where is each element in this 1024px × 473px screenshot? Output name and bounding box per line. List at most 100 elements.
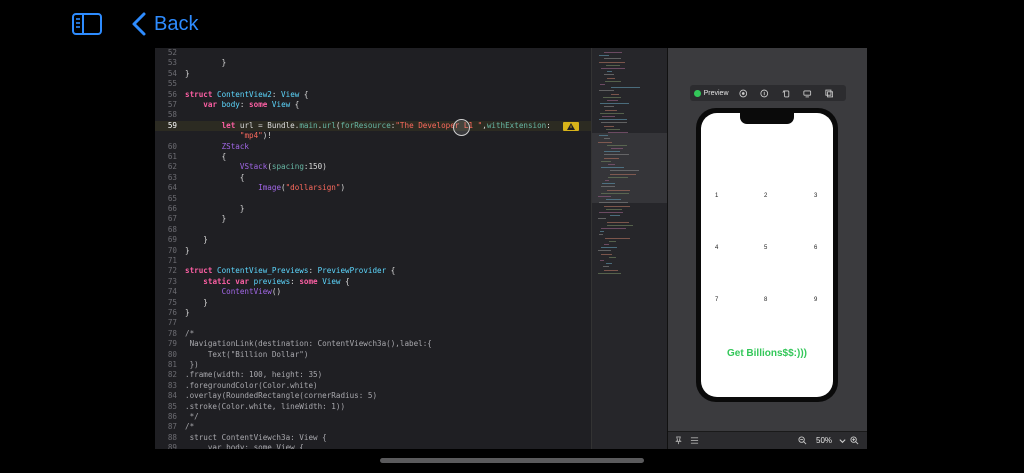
code-line[interactable]: 64 Image("dollarsign") (155, 183, 591, 193)
code-line[interactable]: 77 (155, 318, 591, 328)
code-line[interactable]: 63 { (155, 173, 591, 183)
minimap-line (604, 151, 620, 153)
code-line[interactable]: 68 (155, 225, 591, 235)
code-line[interactable]: "mp4")! (155, 131, 591, 141)
line-number: 70 (167, 245, 177, 255)
minimap-line (605, 237, 630, 239)
zoom-in-icon[interactable] (850, 436, 859, 445)
code-line[interactable]: 80 Text("Billion Dollar") (155, 350, 591, 360)
line-number: 77 (167, 318, 177, 328)
minimap-line (610, 173, 636, 175)
minimap-line (601, 160, 611, 162)
code-line[interactable]: 88 struct ContentViewch3a: View { (155, 433, 591, 443)
list-icon[interactable] (690, 436, 699, 445)
device-frame: 1 2 3 4 5 6 7 8 9 Get Billions$$:))) (696, 108, 838, 402)
minimap-line (602, 116, 615, 117)
code-text: } (185, 297, 208, 307)
home-indicator[interactable] (380, 458, 644, 463)
zoom-level[interactable]: 50% (816, 436, 832, 445)
minimap-line (598, 250, 611, 252)
code-line[interactable]: 62 VStack(spacing:150) (155, 162, 591, 172)
warning-icon[interactable] (563, 121, 579, 131)
minimap-line (599, 61, 625, 63)
code-line[interactable]: 58 (155, 110, 591, 120)
code-line[interactable]: 83 .foregroundColor(Color.white) (155, 381, 591, 391)
pin-icon[interactable] (674, 436, 683, 445)
code-line[interactable]: 53 } (155, 58, 591, 68)
code-line[interactable]: 59 let url = Bundle.main.url(forResource… (155, 120, 591, 132)
minimap-line (605, 109, 617, 111)
minimap[interactable] (591, 48, 668, 449)
code-line[interactable]: 84 .overlay(RoundedRectangle(cornerRadius… (155, 391, 591, 401)
minimap-line (600, 260, 604, 261)
code-line[interactable]: 78 /* (155, 329, 591, 339)
code-text: .frame(width: 100, height: 35) (185, 370, 323, 380)
code-line[interactable]: 86 */ (155, 412, 591, 422)
code-line[interactable]: 55 (155, 79, 591, 89)
minimap-line (604, 52, 622, 53)
sidebar-toggle-icon[interactable] (72, 13, 102, 35)
line-number: 55 (167, 79, 177, 89)
minimap-line (606, 64, 620, 66)
chevron-left-icon (132, 12, 146, 36)
code-line[interactable]: 89 var body: some View { (155, 443, 591, 449)
duplicate-preview-icon[interactable] (824, 89, 834, 98)
get-billions-button[interactable]: Get Billions$$:))) (701, 348, 833, 359)
code-line[interactable]: 69 } (155, 235, 591, 245)
code-line[interactable]: 65 (155, 194, 591, 204)
code-line[interactable]: 82 .frame(width: 100, height: 35) (155, 370, 591, 380)
code-line[interactable]: 76} (155, 308, 591, 318)
minimap-line (601, 186, 615, 188)
line-number: 84 (167, 391, 177, 401)
code-line[interactable]: 66 } (155, 204, 591, 214)
code-line[interactable]: 74 ContentView() (155, 287, 591, 297)
minimap-line (600, 112, 624, 114)
line-number: 73 (167, 276, 177, 286)
code-line[interactable]: 85 .stroke(Color.white, lineWidth: 1)) (155, 402, 591, 412)
line-number: 64 (167, 183, 177, 193)
code-line[interactable]: 81 }) (155, 360, 591, 370)
preview-label[interactable]: Preview (704, 90, 729, 97)
code-line[interactable]: 61 { (155, 152, 591, 162)
live-preview-icon[interactable] (694, 89, 701, 97)
code-line[interactable]: 56 struct ContentView2: View { (155, 90, 591, 100)
code-line[interactable]: 79 NavigationLink(destination: ContentVi… (155, 339, 591, 349)
code-line[interactable]: 71 (155, 256, 591, 266)
minimap-line (598, 141, 612, 143)
minimap-line (599, 202, 628, 204)
code-line[interactable]: 54} (155, 69, 591, 79)
code-text: struct ContentView2: View { (185, 89, 309, 99)
line-number: 65 (167, 193, 177, 203)
code-line[interactable]: 60 ZStack (155, 142, 591, 152)
selectable-mode-icon[interactable] (738, 89, 748, 98)
zoom-out-icon[interactable] (798, 436, 807, 445)
line-number: 59 (167, 120, 177, 130)
code-line[interactable]: 75 } (155, 298, 591, 308)
device-settings-icon[interactable] (803, 89, 812, 98)
line-number: 86 (167, 412, 177, 421)
minimap-line (605, 80, 621, 82)
minimap-line (599, 135, 608, 137)
code-line[interactable]: 87 /* (155, 422, 591, 432)
rotate-device-icon[interactable] (781, 89, 791, 98)
minimap-line (607, 224, 633, 226)
line-number: 62 (167, 162, 177, 172)
minimap-line (608, 164, 615, 165)
code-text: */ (185, 412, 199, 421)
variants-icon[interactable] (760, 89, 769, 98)
code-editor[interactable]: 52 53 } 54} 55 56 struct ContentView2: View {… (155, 48, 591, 449)
code-text: } (185, 204, 245, 213)
code-text: VStack(spacing:150) (239, 162, 327, 172)
digit-label: 1 (715, 193, 719, 199)
minimap-line (602, 183, 615, 185)
preview-toolbar: Preview (690, 85, 846, 101)
code-line[interactable]: 67 } (155, 214, 591, 224)
chevron-down-icon[interactable] (838, 436, 847, 445)
code-line[interactable]: 72 struct ContentView_Previews: PreviewPr… (155, 266, 591, 276)
code-line[interactable]: 57 var body: some View { (155, 100, 591, 110)
code-line[interactable]: 73 static var previews: some View { (155, 277, 591, 287)
code-line[interactable]: 52 (155, 48, 591, 58)
code-text: } (185, 245, 190, 255)
code-line[interactable]: 70} (155, 246, 591, 256)
back-button[interactable]: Back (130, 10, 198, 38)
